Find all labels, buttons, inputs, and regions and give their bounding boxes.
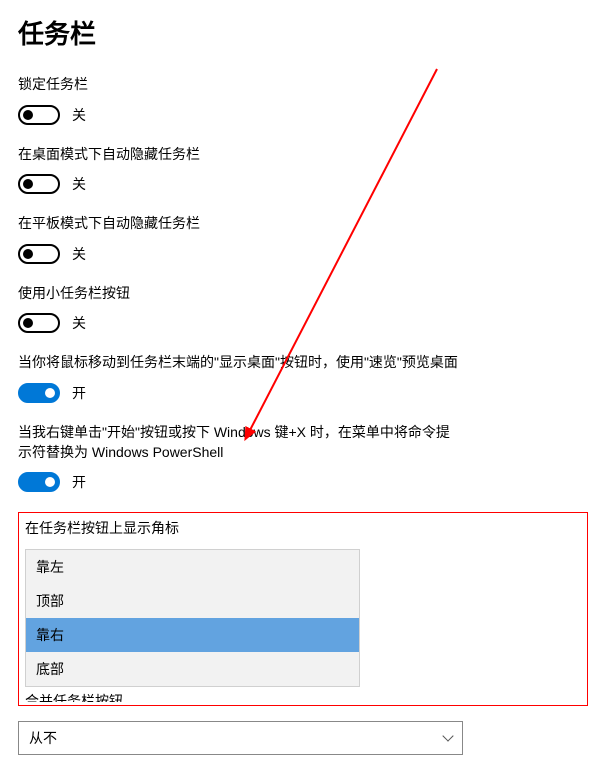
- setting-small-buttons: 使用小任务栏按钮 关: [18, 284, 588, 334]
- setting-powershell: 当我右键单击"开始"按钮或按下 Windows 键+X 时，在菜单中将命令提示符…: [18, 423, 588, 492]
- toggle-peek-preview[interactable]: [18, 383, 60, 403]
- toggle-row-peek: 开: [18, 383, 588, 403]
- toggle-state-peek: 开: [72, 383, 86, 403]
- toggle-row-small-buttons: 关: [18, 313, 588, 333]
- position-dropdown-list[interactable]: 靠左 顶部 靠右 底部: [25, 549, 360, 687]
- setting-autohide-tablet: 在平板模式下自动隐藏任务栏 关: [18, 214, 588, 264]
- toggle-row-autohide-desktop: 关: [18, 174, 588, 194]
- toggle-powershell[interactable]: [18, 472, 60, 492]
- label-autohide-desktop: 在桌面模式下自动隐藏任务栏: [18, 145, 588, 165]
- dropdown-option-left[interactable]: 靠左: [26, 550, 359, 584]
- toggle-state-powershell: 开: [72, 472, 86, 492]
- toggle-row-powershell: 开: [18, 472, 588, 492]
- setting-autohide-desktop: 在桌面模式下自动隐藏任务栏 关: [18, 145, 588, 195]
- label-badges: 在任务栏按钮上显示角标: [25, 519, 584, 539]
- label-peek-preview: 当你将鼠标移动到任务栏末端的"显示桌面"按钮时，使用"速览"预览桌面: [18, 353, 458, 373]
- toggle-lock-taskbar[interactable]: [18, 105, 60, 125]
- combine-select-value: 从不: [29, 728, 57, 748]
- dropdown-option-right[interactable]: 靠右: [26, 618, 359, 652]
- dropdown-option-top[interactable]: 顶部: [26, 584, 359, 618]
- toggle-row-lock: 关: [18, 105, 588, 125]
- label-small-buttons: 使用小任务栏按钮: [18, 284, 588, 304]
- settings-page: 任务栏 锁定任务栏 关 在桌面模式下自动隐藏任务栏 关 在平板模式下自动隐藏任务…: [18, 14, 588, 755]
- toggle-autohide-desktop[interactable]: [18, 174, 60, 194]
- setting-peek-preview: 当你将鼠标移动到任务栏末端的"显示桌面"按钮时，使用"速览"预览桌面 开: [18, 353, 588, 403]
- label-lock-taskbar: 锁定任务栏: [18, 75, 588, 95]
- toggle-state-autohide-tablet: 关: [72, 244, 86, 264]
- combine-buttons-select[interactable]: 从不: [18, 721, 463, 755]
- label-truncated: 合并任务栏按钮: [25, 691, 584, 702]
- toggle-state-autohide-desktop: 关: [72, 174, 86, 194]
- toggle-autohide-tablet[interactable]: [18, 244, 60, 264]
- toggle-small-buttons[interactable]: [18, 313, 60, 333]
- annotation-highlight-box: 在任务栏按钮上显示角标 靠左 顶部 靠右 底部 合并任务栏按钮: [18, 512, 588, 706]
- setting-lock-taskbar: 锁定任务栏 关: [18, 75, 588, 125]
- page-title: 任务栏: [18, 14, 588, 51]
- label-autohide-tablet: 在平板模式下自动隐藏任务栏: [18, 214, 588, 234]
- dropdown-option-bottom[interactable]: 底部: [26, 652, 359, 686]
- toggle-row-autohide-tablet: 关: [18, 244, 588, 264]
- toggle-state-small-buttons: 关: [72, 313, 86, 333]
- label-powershell: 当我右键单击"开始"按钮或按下 Windows 键+X 时，在菜单中将命令提示符…: [18, 423, 458, 462]
- chevron-down-icon: [442, 730, 453, 741]
- toggle-state-lock: 关: [72, 105, 86, 125]
